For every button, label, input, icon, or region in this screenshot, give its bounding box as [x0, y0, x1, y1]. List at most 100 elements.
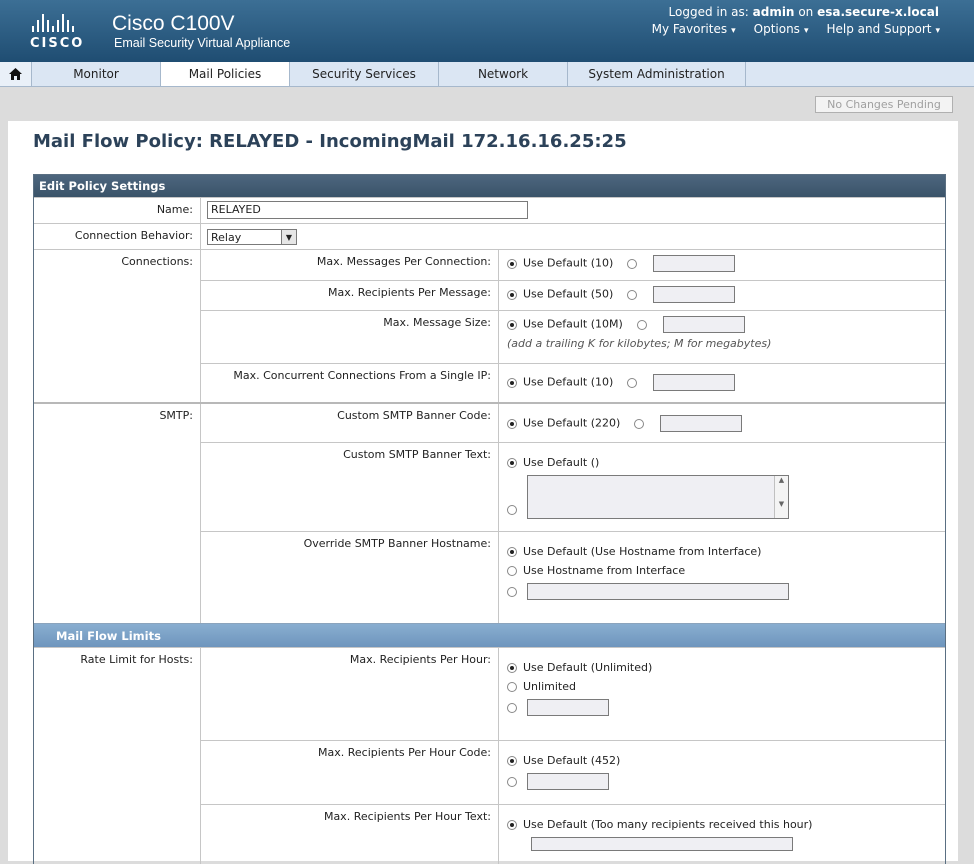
banner-text-custom-radio[interactable]	[507, 505, 517, 515]
banner-hostname-default-label: Use Default (Use Hostname from Interface…	[523, 545, 762, 558]
connections-row: Connections: Max. Messages Per Connectio…	[34, 249, 945, 402]
host-name: esa.secure-x.local	[817, 5, 939, 19]
max-recipients-default-radio[interactable]	[507, 289, 517, 300]
banner-hostname-label: Override SMTP Banner Hostname:	[201, 532, 499, 623]
max-concurrent-input[interactable]	[653, 374, 736, 391]
main-nav: Monitor Mail Policies Security Services …	[0, 62, 974, 87]
banner-text-textarea[interactable]: ▲ ▼	[527, 475, 789, 519]
banner-code-default-label: Use Default (220)	[523, 416, 621, 430]
page-title: Mail Flow Policy: RELAYED - IncomingMail…	[33, 131, 627, 152]
connections-label: Connections:	[34, 250, 201, 402]
max-recipients-input[interactable]	[653, 286, 736, 303]
max-per-hour-custom-radio[interactable]	[507, 702, 517, 713]
menu-options[interactable]: Options ▾	[754, 22, 809, 36]
max-per-hour-code-default-radio[interactable]	[507, 755, 517, 766]
scrollbar[interactable]: ▲ ▼	[774, 476, 788, 518]
max-per-hour-default-radio[interactable]	[507, 662, 517, 673]
max-messages-default-label: Use Default (10)	[523, 256, 614, 270]
max-size-label: Max. Message Size:	[201, 311, 499, 363]
chevron-down-icon: ▾	[935, 26, 940, 36]
chevron-down-icon: ▾	[803, 26, 809, 36]
menu-my-favorites[interactable]: My Favorites ▾	[652, 22, 736, 36]
banner-hostname-input[interactable]	[527, 583, 789, 600]
connection-behavior-value: Relay	[211, 230, 242, 244]
max-size-note: (add a trailing K for kilobytes; M for m…	[507, 337, 772, 350]
home-button[interactable]	[0, 62, 32, 86]
max-per-hour-text-label: Max. Recipients Per Hour Text:	[201, 805, 499, 864]
home-icon	[9, 68, 22, 80]
max-per-hour-label: Max. Recipients Per Hour:	[201, 648, 499, 740]
rate-limit-row: Rate Limit for Hosts: Max. Recipients Pe…	[34, 647, 945, 864]
banner-code-custom-radio[interactable]	[634, 418, 645, 429]
banner-hostname-custom-radio[interactable]	[507, 586, 517, 597]
menu-help-support[interactable]: Help and Support ▾	[826, 22, 940, 36]
top-menu: My Favorites ▾ Options ▾ Help and Support ▾	[652, 22, 940, 36]
max-size-input[interactable]	[662, 316, 745, 333]
connection-behavior-row: Connection Behavior: Relay ▼	[34, 223, 945, 249]
max-per-hour-default-label: Use Default (Unlimited)	[523, 661, 653, 674]
max-concurrent-custom-radio[interactable]	[627, 377, 638, 388]
connection-behavior-label: Connection Behavior:	[34, 224, 201, 249]
no-changes-pending-button[interactable]: No Changes Pending	[815, 96, 953, 113]
logo-word: CISCO	[30, 36, 85, 51]
panel-title: Edit Policy Settings	[34, 175, 945, 197]
max-recipients-default-label: Use Default (50)	[523, 287, 614, 301]
banner-hostname-default-radio[interactable]	[507, 546, 517, 557]
banner-text-default-radio[interactable]	[507, 457, 517, 468]
max-size-default-radio[interactable]	[507, 319, 517, 330]
name-row: Name: RELAYED	[34, 197, 945, 223]
max-per-hour-code-custom-radio[interactable]	[507, 776, 517, 787]
name-label: Name:	[34, 198, 201, 223]
max-per-hour-text-default-radio[interactable]	[507, 819, 517, 830]
banner-code-default-radio[interactable]	[507, 418, 517, 429]
banner-code-label: Custom SMTP Banner Code:	[201, 404, 499, 442]
max-per-hour-text-textarea[interactable]	[531, 837, 793, 851]
menu-label: My Favorites	[651, 22, 728, 36]
max-per-hour-text-default-label: Use Default (Too many recipients receive…	[523, 818, 813, 831]
max-size-default-label: Use Default (10M)	[523, 317, 623, 331]
banner-hostname-interface-label: Use Hostname from Interface	[523, 564, 686, 577]
max-recipients-label: Max. Recipients Per Message:	[201, 281, 499, 310]
tab-mail-policies[interactable]: Mail Policies	[161, 62, 290, 86]
on-word: on	[798, 5, 814, 19]
max-per-hour-code-label: Max. Recipients Per Hour Code:	[201, 741, 499, 804]
app-header: CISCO Cisco C100V Email Security Virtual…	[0, 0, 974, 62]
max-messages-custom-radio[interactable]	[627, 258, 638, 269]
name-input[interactable]: RELAYED	[207, 201, 528, 219]
max-per-hour-unlimited-radio[interactable]	[507, 681, 517, 692]
product-name: Cisco C100V	[112, 12, 235, 35]
banner-text-label: Custom SMTP Banner Text:	[201, 443, 499, 531]
max-per-hour-code-default-label: Use Default (452)	[523, 754, 621, 767]
banner-code-input[interactable]	[660, 415, 743, 432]
tab-system-administration[interactable]: System Administration	[568, 62, 746, 86]
max-messages-input[interactable]	[653, 255, 736, 272]
max-concurrent-default-label: Use Default (10)	[523, 375, 614, 389]
chevron-down-icon: ▼	[281, 230, 296, 244]
rate-limit-label: Rate Limit for Hosts:	[34, 648, 201, 864]
max-per-hour-input[interactable]	[527, 699, 609, 716]
tab-network[interactable]: Network	[439, 62, 568, 86]
max-messages-default-radio[interactable]	[507, 258, 517, 269]
menu-label: Help and Support	[826, 22, 932, 36]
mail-flow-limits-header: Mail Flow Limits	[34, 623, 945, 647]
banner-hostname-interface-radio[interactable]	[507, 565, 517, 576]
cisco-logo: CISCO	[30, 14, 94, 51]
max-per-hour-code-input[interactable]	[527, 773, 609, 790]
smtp-label: SMTP:	[34, 404, 201, 623]
user-name: admin	[752, 5, 795, 19]
max-concurrent-default-radio[interactable]	[507, 377, 517, 388]
max-per-hour-unlimited-label: Unlimited	[523, 680, 576, 693]
max-concurrent-label: Max. Concurrent Connections From a Singl…	[201, 364, 499, 402]
logged-in-prefix: Logged in as:	[668, 5, 749, 19]
connection-behavior-select[interactable]: Relay ▼	[207, 229, 297, 245]
banner-text-default-label: Use Default ()	[523, 456, 600, 469]
max-recipients-custom-radio[interactable]	[627, 289, 638, 300]
max-size-custom-radio[interactable]	[636, 319, 647, 330]
product-subtitle: Email Security Virtual Appliance	[114, 36, 291, 50]
smtp-row: SMTP: Custom SMTP Banner Code: Use Defau…	[34, 402, 945, 623]
tab-monitor[interactable]: Monitor	[32, 62, 161, 86]
user-info: Logged in as: admin on esa.secure-x.loca…	[669, 5, 939, 19]
edit-policy-panel: Edit Policy Settings Name: RELAYED Conne…	[33, 174, 946, 864]
tab-security-services[interactable]: Security Services	[290, 62, 439, 86]
chevron-down-icon: ▾	[731, 26, 736, 36]
